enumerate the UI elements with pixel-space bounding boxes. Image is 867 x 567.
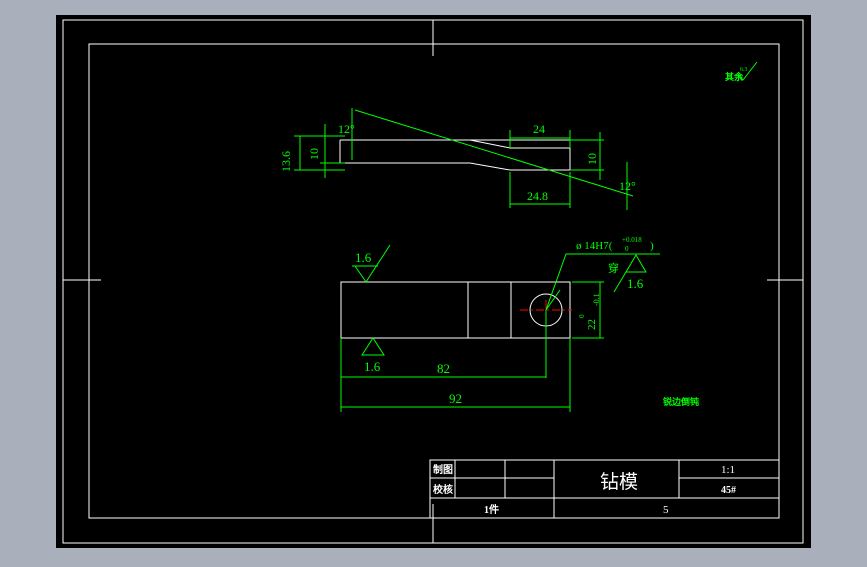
dim-22-label: 22 <box>586 319 598 330</box>
quantity-value: 1件 <box>484 503 499 516</box>
drawing-svg: 其余 6.3 13.6 10 12° 24 10 12° 24.8 1.6 1.… <box>56 15 811 548</box>
dim-22-tol-lower: -0.1 <box>592 293 601 306</box>
hole-callout: ø 14H7( <box>576 240 613 252</box>
part-name: 钻模 <box>600 471 638 493</box>
dim-10-left-label: 10 <box>307 148 321 160</box>
cad-viewport: 其余 6.3 13.6 10 12° 24 10 12° 24.8 1.6 1.… <box>0 0 867 562</box>
angle-12-right-label: 12° <box>619 179 636 193</box>
roughness-top-label: 1.6 <box>355 250 372 265</box>
hole-tol-upper: +0.018 <box>622 236 642 244</box>
drawn-by-label: 制图 <box>433 463 453 476</box>
surface-note-value: 6.3 <box>740 67 748 73</box>
checked-by-label: 校核 <box>433 483 453 496</box>
roughness-right-label: 1.6 <box>627 276 644 291</box>
material-value: 45# <box>721 485 736 496</box>
sheet-number: 5 <box>663 504 669 516</box>
scale-value: 1:1 <box>721 464 735 476</box>
dim-22-tol-upper: 0 <box>578 314 586 318</box>
dim-13-6-label: 13.6 <box>279 151 293 172</box>
dim-82-label: 82 <box>437 361 450 376</box>
hole-close-paren: ) <box>650 240 654 252</box>
dim-92-label: 92 <box>449 391 462 406</box>
roughness-bottom-label: 1.6 <box>364 359 381 374</box>
dim-10-right-label: 10 <box>585 153 599 165</box>
angle-12-left-label: 12° <box>338 122 355 136</box>
dim-24-8-label: 24.8 <box>527 189 548 203</box>
dim-24-label: 24 <box>533 122 545 136</box>
hole-through-note: 穿 <box>608 261 619 275</box>
hole-tol-lower: 0 <box>625 245 629 253</box>
tech-note: 锐边倒钝 <box>663 396 699 407</box>
